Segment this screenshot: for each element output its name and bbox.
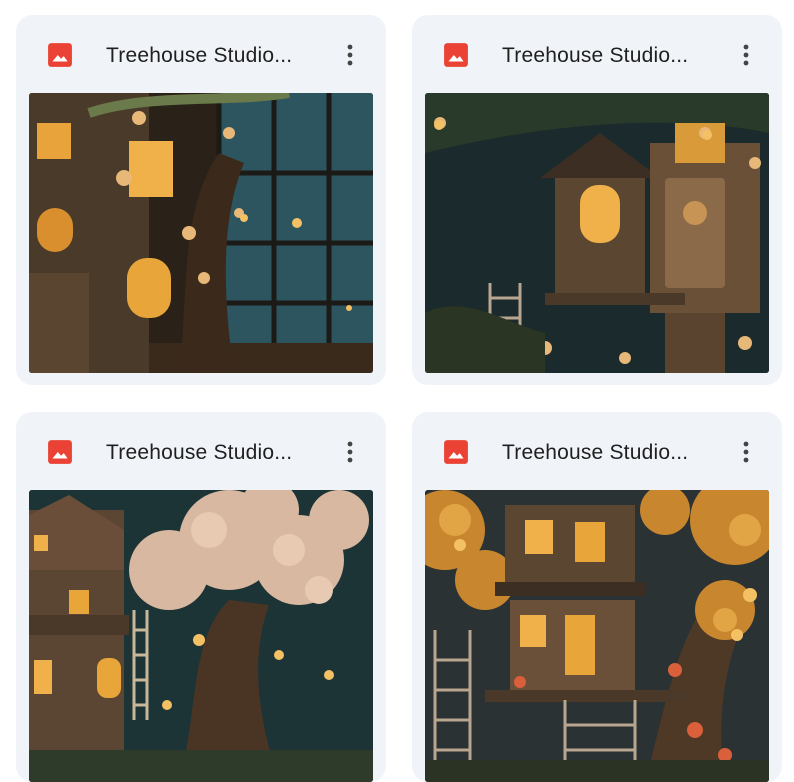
treehouse-night-image — [425, 93, 769, 373]
more-vert-icon[interactable] — [730, 436, 762, 468]
file-title: Treehouse Studio... — [502, 44, 689, 67]
file-card-header: Treehouse Studio... — [412, 412, 782, 490]
file-card-header: Treehouse Studio... — [16, 15, 386, 93]
more-vert-icon[interactable] — [730, 39, 762, 71]
file-card[interactable]: Treehouse Studio... — [16, 15, 386, 385]
treehouse-autumn-image — [425, 490, 769, 782]
treehouse-blossom-image — [29, 490, 373, 782]
file-title: Treehouse Studio... — [106, 441, 293, 464]
image-file-icon — [444, 440, 468, 464]
file-card[interactable]: Treehouse Studio... — [16, 412, 386, 782]
file-thumbnail[interactable] — [425, 93, 769, 373]
file-thumbnail[interactable] — [29, 490, 373, 782]
file-card[interactable]: Treehouse Studio... — [412, 412, 782, 782]
file-thumbnail[interactable] — [29, 93, 373, 373]
file-card-header: Treehouse Studio... — [16, 412, 386, 490]
file-title: Treehouse Studio... — [106, 44, 293, 67]
image-file-icon — [444, 43, 468, 67]
image-file-icon — [48, 43, 72, 67]
image-file-icon — [48, 440, 72, 464]
more-vert-icon[interactable] — [334, 436, 366, 468]
file-thumbnail[interactable] — [425, 490, 769, 782]
file-title: Treehouse Studio... — [502, 441, 689, 464]
treehouse-window-image — [29, 93, 373, 373]
file-card-header: Treehouse Studio... — [412, 15, 782, 93]
file-card[interactable]: Treehouse Studio... — [412, 15, 782, 385]
more-vert-icon[interactable] — [334, 39, 366, 71]
